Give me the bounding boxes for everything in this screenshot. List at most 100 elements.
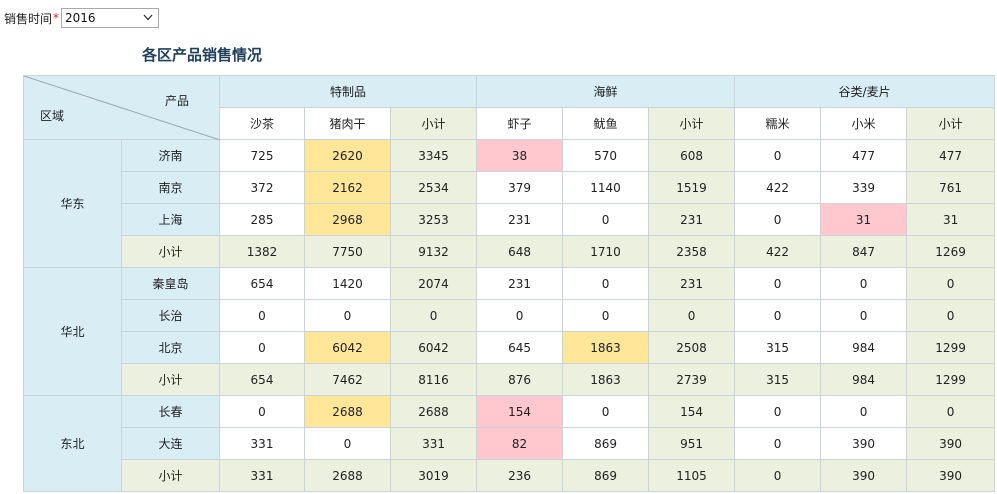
subtotal-value-cell: 648	[476, 235, 564, 268]
value-cell: 372	[219, 171, 305, 204]
city-cell: 上海	[121, 203, 220, 236]
value-cell: 477	[820, 139, 908, 172]
table-row: 小计 1382 7750 9132 648 1710 2358 422 847 1269	[24, 235, 996, 268]
subtotal-value-cell: 7462	[304, 363, 391, 396]
subtotal-value-cell: 422	[734, 235, 822, 268]
group-header-grains: 谷类/麦片	[734, 75, 996, 108]
product-header: 糯米	[734, 107, 822, 140]
corner-region-label: 区域	[40, 109, 65, 123]
group-subtotal-cell: 0	[648, 299, 736, 332]
table-row: 大连 331 0 331 82 869 951 0 390 390	[24, 427, 996, 460]
value-cell: 422	[734, 171, 822, 204]
table-row: 华北 秦皇岛 654 1420 2074 231 0 231 0 0 0	[23, 267, 996, 396]
value-cell: 0	[219, 299, 305, 332]
header-row-groups: 产品 区域 特制品 海鲜 谷类/麦片	[23, 75, 996, 140]
value-cell: 0	[734, 267, 822, 300]
group-subtotal-cell: 390	[906, 427, 996, 460]
value-cell: 0	[219, 395, 305, 428]
value-cell: 0	[476, 299, 564, 332]
table-row: 小计 654 7462 8116 876 1863 2739 315 984 1299	[24, 363, 996, 396]
group-subtotal-cell: 0	[906, 267, 996, 300]
subtotal-value-cell: 2739	[648, 363, 736, 396]
group-subtotal-cell: 608	[648, 139, 736, 172]
value-cell: 2968	[304, 203, 391, 236]
sales-report-table: 产品 区域 特制品 海鲜 谷类/麦片 沙茶 猪肉干 小计 虾子 鱿鱼 小计 糯米…	[23, 75, 996, 492]
subtotal-value-cell: 1710	[562, 235, 650, 268]
subtotal-value-cell: 390	[820, 459, 908, 492]
table-row: 东北 长春 0 2688 2688 154 0 154 0 0 0	[23, 395, 996, 492]
value-cell: 0	[562, 203, 650, 236]
subtotal-value-cell: 654	[219, 363, 305, 396]
subtotal-value-cell: 315	[734, 363, 822, 396]
sales-time-label: 销售时间	[4, 11, 53, 26]
group-subtotal-cell: 6042	[389, 331, 478, 364]
city-cell: 济南	[121, 139, 220, 172]
report-title: 各区产品销售情况	[142, 46, 263, 64]
chevron-down-icon	[143, 14, 153, 21]
subtotal-value-cell: 0	[734, 459, 822, 492]
subtotal-value-cell: 2358	[648, 235, 736, 268]
table-row: 长治 0 0 0 0 0 0 0 0 0	[24, 299, 996, 332]
corner-product-label: 产品	[164, 94, 189, 108]
group-header-seafood: 海鲜	[476, 75, 736, 108]
group-subtotal-cell: 1519	[648, 171, 736, 204]
subtotal-header: 小计	[648, 107, 736, 140]
value-cell: 2162	[304, 171, 391, 204]
group-subtotal-cell: 3345	[389, 139, 478, 172]
value-cell: 0	[734, 395, 822, 428]
value-cell: 31	[820, 203, 908, 236]
value-cell: 0	[734, 203, 822, 236]
value-cell: 379	[476, 171, 564, 204]
subtotal-value-cell: 869	[562, 459, 650, 492]
group-subtotal-cell: 31	[906, 203, 996, 236]
year-select[interactable]: 2016	[61, 8, 160, 28]
city-cell: 北京	[121, 331, 220, 364]
product-header: 鱿鱼	[562, 107, 650, 140]
value-cell: 570	[562, 139, 650, 172]
value-cell: 984	[820, 331, 908, 364]
product-header: 小米	[820, 107, 908, 140]
city-cell: 秦皇岛	[121, 267, 220, 300]
table-row: 南京 372 2162 2534 379 1140 1519 422 339 761	[24, 171, 996, 204]
subtotal-value-cell: 1299	[906, 363, 996, 396]
group-subtotal-cell: 0	[906, 299, 996, 332]
subtotal-value-cell: 3019	[389, 459, 478, 492]
value-cell: 0	[820, 299, 908, 332]
group-subtotal-cell: 231	[648, 267, 736, 300]
value-cell: 0	[734, 427, 822, 460]
subtotal-value-cell: 1269	[906, 235, 996, 268]
subtotal-value-cell: 390	[906, 459, 996, 492]
subtotal-value-cell: 8116	[389, 363, 478, 396]
subtotal-value-cell: 331	[219, 459, 305, 492]
region-cell: 东北	[23, 395, 122, 492]
region-cell: 华东	[23, 139, 122, 268]
subtotal-value-cell: 984	[820, 363, 908, 396]
value-cell: 654	[219, 267, 305, 300]
value-cell: 0	[562, 299, 650, 332]
value-cell: 2620	[304, 139, 391, 172]
product-header: 沙茶	[219, 107, 305, 140]
year-select-value: 2016	[65, 11, 96, 25]
value-cell: 2688	[304, 395, 391, 428]
value-cell: 645	[476, 331, 564, 364]
region-subtotal-label: 小计	[121, 235, 220, 268]
value-cell: 231	[476, 203, 564, 236]
value-cell: 0	[562, 395, 650, 428]
value-cell: 315	[734, 331, 822, 364]
group-subtotal-cell: 2688	[389, 395, 478, 428]
group-subtotal-cell: 2508	[648, 331, 736, 364]
group-subtotal-cell: 951	[648, 427, 736, 460]
subtotal-header: 小计	[389, 107, 478, 140]
table-row: 上海 285 2968 3253 231 0 231 0 31 31	[24, 203, 996, 236]
subtotal-value-cell: 2688	[304, 459, 391, 492]
group-subtotal-cell: 1299	[906, 331, 996, 364]
city-cell: 长治	[121, 299, 220, 332]
value-cell: 38	[476, 139, 564, 172]
group-subtotal-cell: 331	[389, 427, 478, 460]
value-cell: 1420	[304, 267, 391, 300]
value-cell: 231	[476, 267, 564, 300]
value-cell: 0	[734, 139, 822, 172]
value-cell: 0	[219, 331, 305, 364]
subtotal-value-cell: 1863	[562, 363, 650, 396]
value-cell: 0	[820, 395, 908, 428]
